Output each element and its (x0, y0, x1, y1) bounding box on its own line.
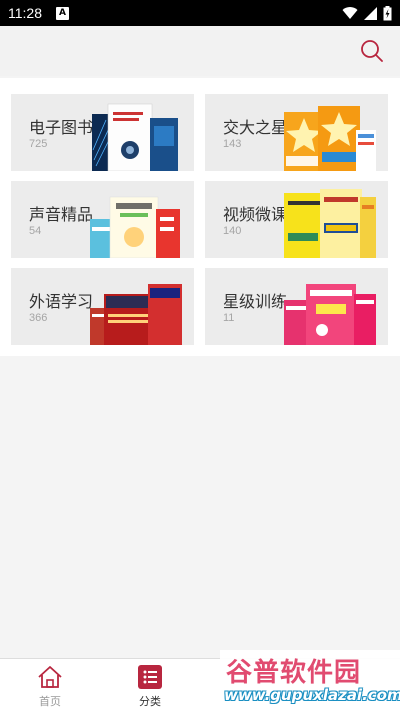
category-count: 366 (29, 312, 48, 324)
top-bar (0, 26, 400, 76)
category-card-jiaoda-star[interactable]: 交大之星 143 (205, 94, 388, 171)
category-card-foreign-language[interactable]: 外语学习 366 (11, 268, 194, 345)
category-title: 电子图书 (29, 118, 94, 137)
book-covers-image (90, 196, 180, 258)
tab-home[interactable]: 首页 (0, 659, 100, 712)
watermark-url: www.gupuxlazai.com (224, 686, 400, 704)
category-title: 交大之星 (223, 118, 288, 137)
tab-category[interactable]: 分类 (100, 659, 200, 712)
watermark: 谷普软件园 www.gupuxlazai.com (220, 650, 400, 712)
status-indicators (342, 5, 392, 21)
notification-app-icon: A (56, 6, 69, 20)
book-covers-image (90, 284, 182, 345)
category-title: 星级训练 (223, 292, 288, 311)
category-title: 声音精品 (29, 205, 94, 224)
list-icon (138, 665, 162, 689)
book-covers-image (92, 103, 178, 171)
category-grid: 电子图书 725 交大之星 143 声音精品 54 视频微课 140 外语学习 … (0, 78, 400, 356)
category-title: 外语学习 (29, 292, 94, 311)
category-title: 视频微课 (223, 205, 288, 224)
category-count: 725 (29, 138, 48, 150)
book-covers-image (284, 189, 376, 258)
tab-label: 首页 (39, 695, 61, 708)
book-covers-image (284, 284, 376, 345)
category-count: 54 (29, 225, 42, 237)
wifi-icon (342, 6, 358, 19)
category-card-video-lessons[interactable]: 视频微课 140 (205, 181, 388, 258)
search-icon (361, 40, 383, 62)
book-covers-image (284, 106, 376, 171)
battery-icon (383, 5, 392, 20)
category-count: 143 (223, 138, 242, 150)
watermark-title: 谷普软件园 (226, 658, 362, 688)
home-icon (38, 666, 62, 688)
category-count: 11 (223, 312, 235, 324)
search-button[interactable] (360, 39, 384, 63)
status-time: 11:28 (8, 5, 42, 21)
category-card-audio[interactable]: 声音精品 54 (11, 181, 194, 258)
tab-label: 分类 (139, 695, 161, 708)
category-count: 140 (223, 225, 242, 237)
category-card-star-training[interactable]: 星级训练 11 (205, 268, 388, 345)
status-bar: 11:28 A (0, 0, 400, 26)
signal-icon (364, 6, 377, 20)
category-card-ebooks[interactable]: 电子图书 725 (11, 94, 194, 171)
